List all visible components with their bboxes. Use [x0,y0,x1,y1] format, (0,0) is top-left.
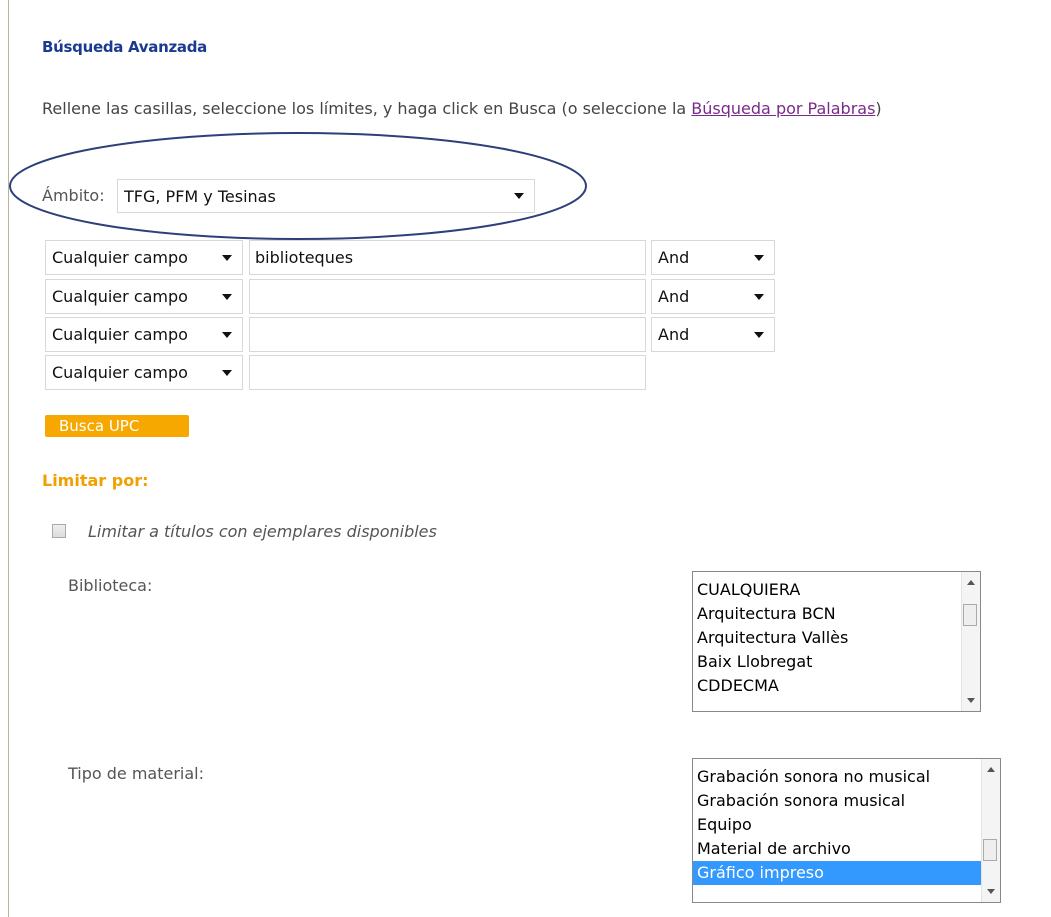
field-select-value: Cualquier campo [52,248,188,267]
material-label: Tipo de material: [68,764,205,783]
field-select-2[interactable]: Cualquier campo [45,279,243,314]
intro-suffix: ) [875,99,882,118]
field-select-4[interactable]: Cualquier campo [45,355,243,390]
operator-value: And [658,325,690,344]
list-item[interactable]: Equipo [693,813,1000,837]
limits-heading: Limitar por: [42,471,149,490]
list-item[interactable]: Grabación sonora no musical [693,765,1000,789]
operator-value: And [658,287,690,306]
list-item[interactable]: Grabación sonora musical [693,789,1000,813]
chevron-down-icon [222,293,232,300]
operator-select-2[interactable]: And [651,279,775,314]
operator-select-1[interactable]: And [651,240,775,275]
keyword-search-link[interactable]: Búsqueda por Palabras [691,99,875,118]
chevron-down-icon [222,369,232,376]
ambito-select[interactable]: TFG, PFM y Tesinas [117,179,535,213]
scroll-up-icon[interactable] [987,767,995,772]
intro-sentence: Rellene las casillas, seleccione los lím… [42,99,692,118]
search-term-input-3[interactable] [249,317,646,352]
material-listbox[interactable]: Grabación sonora no musical Grabación so… [692,758,1001,903]
operator-value: And [658,248,690,267]
chevron-down-icon [754,254,764,261]
scroll-up-icon[interactable] [967,580,975,585]
search-button[interactable]: Busca UPC [45,415,189,437]
chevron-down-icon [754,293,764,300]
field-select-3[interactable]: Cualquier campo [45,317,243,352]
list-item[interactable]: CDDECMA [693,674,980,698]
list-item-selected[interactable]: Gráfico impreso [693,861,982,885]
library-listbox[interactable]: CUALQUIERA Arquitectura BCN Arquitectura… [692,571,981,712]
search-term-input-2[interactable] [249,279,646,314]
ambito-value: TFG, PFM y Tesinas [124,186,276,206]
scroll-thumb[interactable] [963,604,977,626]
library-scrollbar[interactable] [961,572,980,711]
chevron-down-icon [222,254,232,261]
chevron-down-icon [754,331,764,338]
chevron-down-icon [514,193,524,199]
material-scrollbar[interactable] [981,759,1000,902]
scroll-down-icon[interactable] [967,698,975,703]
list-item[interactable]: Arquitectura BCN [693,602,980,626]
available-only-checkbox[interactable] [52,524,66,538]
scroll-thumb[interactable] [983,839,997,861]
field-select-1[interactable]: Cualquier campo [45,240,243,275]
list-item[interactable]: CUALQUIERA [693,578,980,602]
available-only-label: Limitar a títulos con ejemplares disponi… [88,522,437,541]
field-select-value: Cualquier campo [52,363,188,382]
chevron-down-icon [222,331,232,338]
operator-select-3[interactable]: And [651,317,775,352]
search-term-input-4[interactable] [249,355,646,390]
scroll-down-icon[interactable] [987,889,995,894]
intro-text: Rellene las casillas, seleccione los lím… [42,99,882,118]
list-item[interactable]: Arquitectura Vallès [693,626,980,650]
list-item[interactable]: Baix Llobregat [693,650,980,674]
ambito-label: Ámbito: [42,186,105,205]
field-select-value: Cualquier campo [52,287,188,306]
search-term-input-1[interactable]: biblioteques [249,240,646,275]
library-label: Biblioteca: [68,576,153,595]
page-title: Búsqueda Avanzada [42,38,207,56]
field-select-value: Cualquier campo [52,325,188,344]
list-item[interactable]: Material de archivo [693,837,1000,861]
